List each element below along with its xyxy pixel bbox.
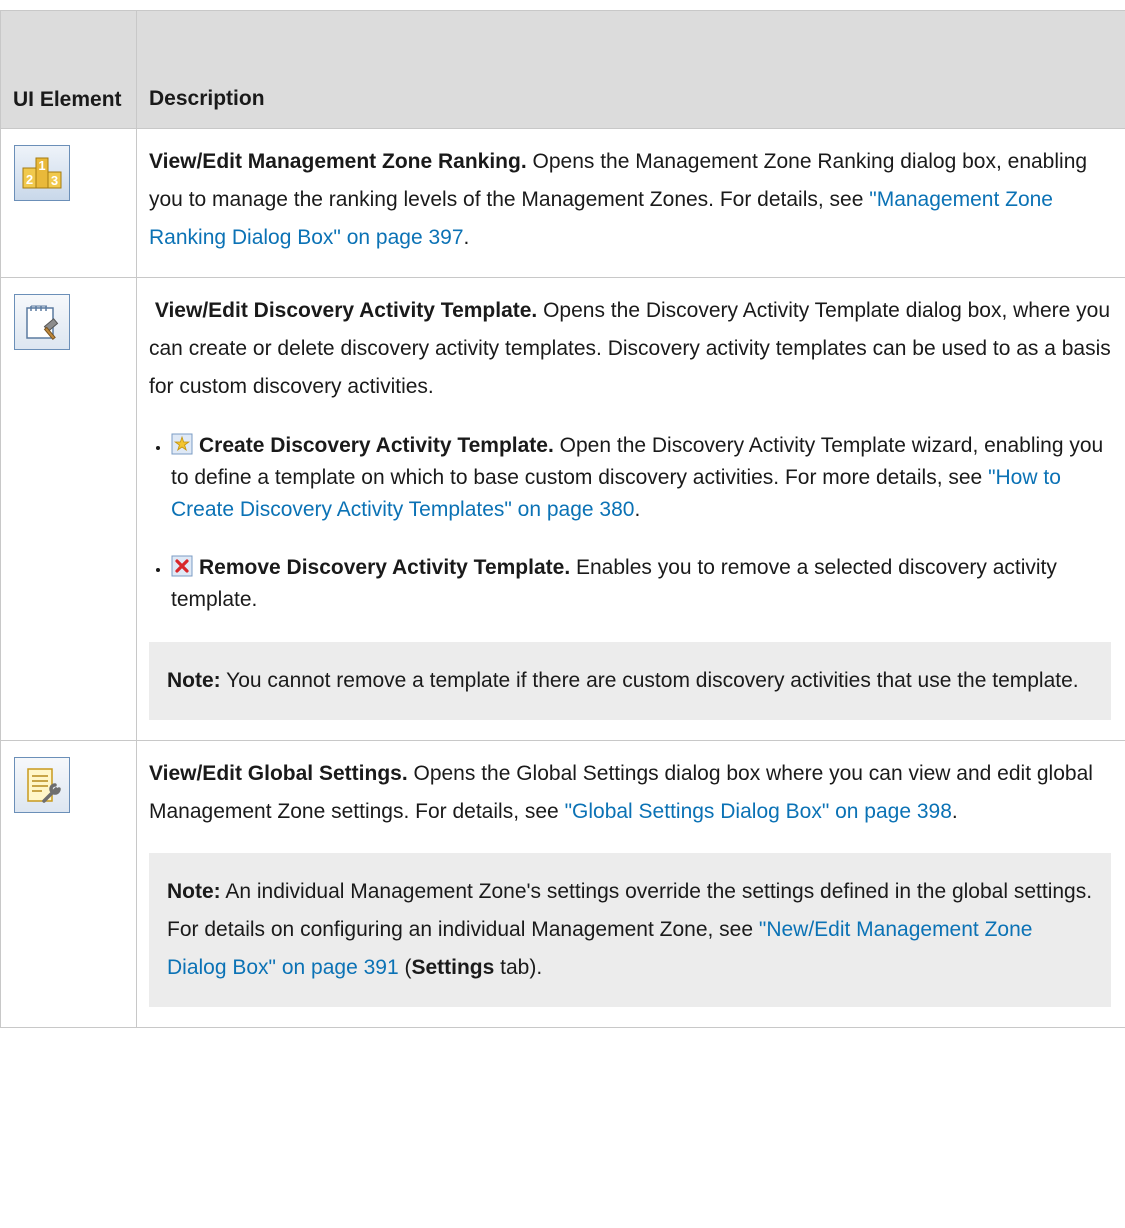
note-text: You cannot remove a template if there ar…	[220, 669, 1079, 692]
table-row: View/Edit Global Settings. Opens the Glo…	[0, 740, 1125, 1028]
discovery-template-icon[interactable]	[14, 294, 70, 350]
svg-text:2: 2	[26, 172, 33, 187]
item-title: View/Edit Discovery Activity Template.	[154, 299, 538, 322]
header-ui-element: UI Element	[0, 10, 137, 129]
item-title: View/Edit Global Settings.	[149, 762, 408, 785]
note-box: Note: An individual Management Zone's se…	[149, 853, 1111, 1007]
item-title: View/Edit Management Zone Ranking.	[149, 150, 527, 173]
table-header-row: UI Element Description	[0, 10, 1125, 129]
sub-action-list: Create Discovery Activity Template. Open…	[149, 430, 1111, 616]
list-item: Remove Discovery Activity Template. Enab…	[171, 552, 1111, 616]
ui-elements-table: UI Element Description 2 1 3 View/Edit M…	[0, 10, 1125, 1028]
icon-cell	[0, 740, 137, 1028]
note-box: Note: You cannot remove a template if th…	[149, 642, 1111, 720]
description-cell: View/Edit Global Settings. Opens the Glo…	[136, 740, 1125, 1028]
note-tail: tab).	[494, 956, 543, 979]
svg-text:3: 3	[51, 173, 58, 188]
global-settings-icon[interactable]	[14, 757, 70, 813]
create-star-icon[interactable]	[171, 433, 193, 455]
icon-cell	[0, 277, 137, 741]
icon-cell: 2 1 3	[0, 128, 137, 278]
item-title: Remove Discovery Activity Template.	[199, 556, 571, 579]
description-cell: View/Edit Discovery Activity Template. O…	[136, 277, 1125, 741]
table-row: View/Edit Discovery Activity Template. O…	[0, 277, 1125, 741]
description-paragraph: View/Edit Management Zone Ranking. Opens…	[149, 143, 1111, 257]
global-settings-link[interactable]: "Global Settings Dialog Box" on page 398	[565, 800, 952, 823]
item-title: Create Discovery Activity Template.	[199, 434, 554, 457]
settings-tab-label: Settings	[411, 956, 495, 979]
description-paragraph: View/Edit Global Settings. Opens the Glo…	[149, 755, 1111, 831]
svg-text:1: 1	[38, 158, 45, 173]
item-tail: .	[463, 226, 470, 249]
note-mid: (	[398, 956, 412, 979]
item-tail: .	[951, 800, 958, 823]
note-label: Note:	[167, 880, 221, 903]
description-cell: View/Edit Management Zone Ranking. Opens…	[136, 128, 1125, 278]
list-item: Create Discovery Activity Template. Open…	[171, 430, 1111, 526]
table-row: 2 1 3 View/Edit Management Zone Ranking.…	[0, 128, 1125, 278]
item-tail: .	[634, 498, 641, 521]
remove-x-icon[interactable]	[171, 555, 193, 577]
description-paragraph: View/Edit Discovery Activity Template. O…	[149, 292, 1111, 406]
note-label: Note:	[167, 669, 221, 692]
header-description: Description	[136, 10, 1125, 129]
ranking-icon[interactable]: 2 1 3	[14, 145, 70, 201]
